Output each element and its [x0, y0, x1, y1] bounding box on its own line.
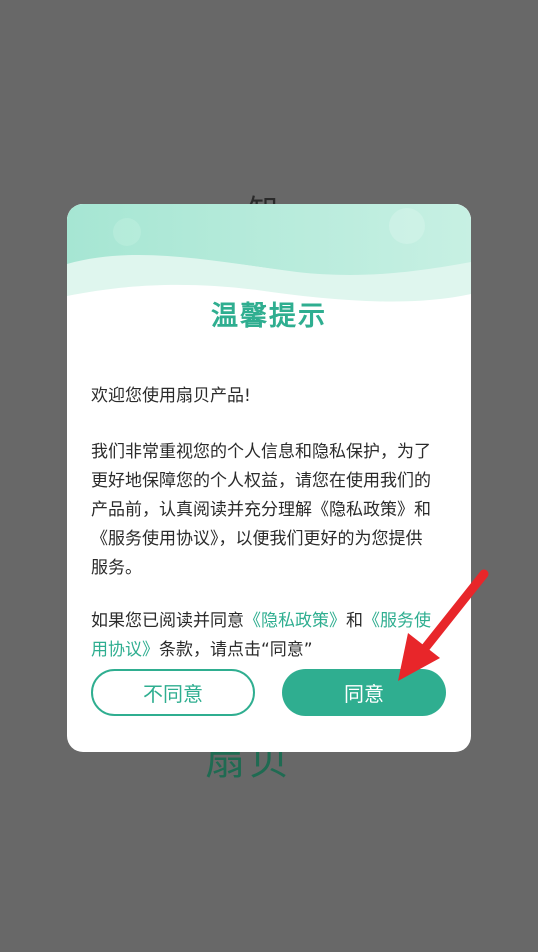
- dialog-body: 欢迎您使用扇贝产品! 我们非常重视您的个人信息和隐私保护，为了更好地保障您的个人…: [91, 382, 439, 665]
- privacy-paragraph: 我们非常重视您的个人信息和隐私保护，为了更好地保障您的个人权益，请您在使用我们的…: [91, 442, 431, 578]
- privacy-dialog: 温馨提示 欢迎您使用扇贝产品! 我们非常重视您的个人信息和隐私保护，为了更好地保…: [67, 204, 471, 752]
- dialog-title: 温馨提示: [211, 301, 327, 332]
- agree-button[interactable]: 同意: [282, 669, 446, 716]
- consent-middle: 和: [346, 611, 363, 631]
- consent-suffix: 条款，请点击“同意”: [159, 640, 313, 660]
- privacy-policy-link[interactable]: 《隐私政策》: [244, 611, 346, 631]
- consent-text: 如果您已阅读并同意《隐私政策》和《服务使用协议》条款，请点击“同意”: [91, 607, 439, 665]
- welcome-text: 欢迎您使用扇贝产品!: [91, 386, 251, 406]
- consent-prefix: 如果您已阅读并同意: [91, 611, 244, 631]
- disagree-button[interactable]: 不同意: [91, 669, 255, 716]
